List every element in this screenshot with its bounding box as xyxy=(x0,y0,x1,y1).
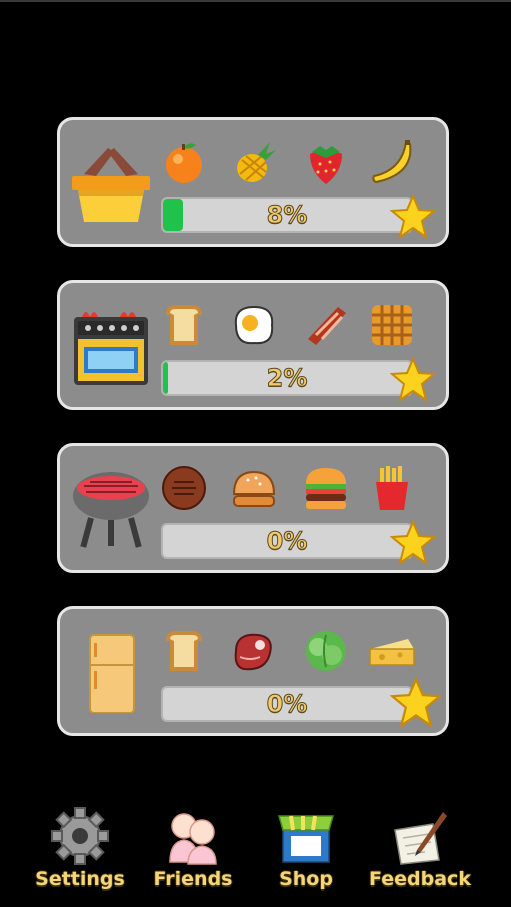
lettuce-icon xyxy=(302,627,350,675)
burger-level-card[interactable]: 0% xyxy=(57,443,449,573)
progress-bar: 0% xyxy=(161,523,413,559)
shop-icon xyxy=(275,806,337,866)
friends-button[interactable]: Friends xyxy=(138,806,248,902)
friends-icon xyxy=(162,806,224,866)
settings-label: Settings xyxy=(35,868,125,890)
friends-label: Friends xyxy=(153,868,233,890)
progress-percent: 0% xyxy=(266,690,308,719)
star-icon xyxy=(390,357,436,403)
shop-button[interactable]: Shop xyxy=(251,806,361,902)
patty-icon xyxy=(160,464,208,512)
orange-icon xyxy=(160,138,208,186)
progress-bar: 2% xyxy=(161,360,413,396)
star-icon xyxy=(390,194,436,240)
progress-percent: 8% xyxy=(266,201,308,230)
stove-icon xyxy=(70,303,152,387)
banana-icon xyxy=(368,138,416,186)
fried-egg-icon xyxy=(230,301,278,349)
fridge-level-card[interactable]: 0% xyxy=(57,606,449,736)
pineapple-icon xyxy=(230,138,278,186)
strawberry-icon xyxy=(302,138,350,186)
gear-icon xyxy=(49,806,111,866)
burger-icon xyxy=(302,464,350,512)
bun-icon xyxy=(230,464,278,512)
basket-icon xyxy=(70,140,152,224)
shop-label: Shop xyxy=(279,868,333,890)
progress-percent: 2% xyxy=(266,364,308,393)
feedback-icon xyxy=(389,806,451,866)
toast-icon xyxy=(160,301,208,349)
progress-bar: 0% xyxy=(161,686,413,722)
fridge-icon xyxy=(70,629,152,713)
bread-icon xyxy=(160,627,208,675)
settings-button[interactable]: Settings xyxy=(25,806,135,902)
bacon-icon xyxy=(302,301,350,349)
star-icon xyxy=(390,520,436,566)
fries-icon xyxy=(368,464,416,512)
grill-icon xyxy=(70,466,152,550)
waffle-icon xyxy=(368,301,416,349)
steak-icon xyxy=(230,627,278,675)
star-icon xyxy=(390,677,442,729)
breakfast-level-card[interactable]: 2% xyxy=(57,280,449,410)
feedback-button[interactable]: Feedback xyxy=(365,806,475,902)
progress-bar: 8% xyxy=(161,197,413,233)
fruit-level-card[interactable]: 8% xyxy=(57,117,449,247)
progress-percent: 0% xyxy=(266,527,308,556)
top-border xyxy=(0,0,511,2)
feedback-label: Feedback xyxy=(369,868,471,890)
cheese-icon xyxy=(368,627,416,675)
